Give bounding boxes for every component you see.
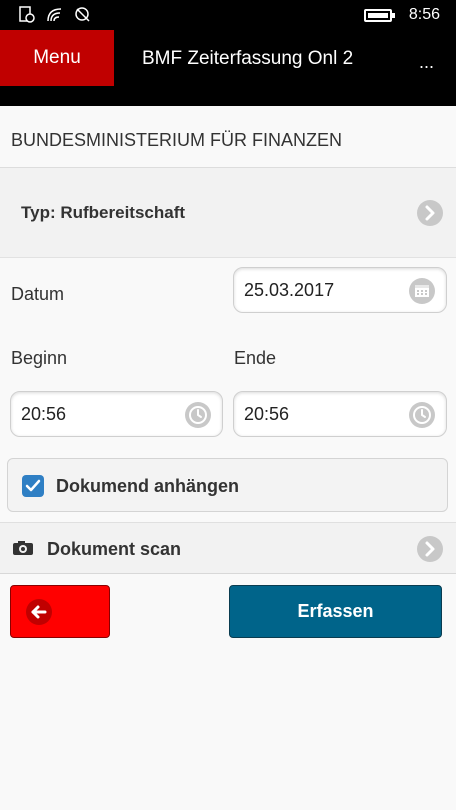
calendar-icon[interactable] — [408, 277, 436, 305]
submit-button[interactable]: Erfassen — [229, 585, 442, 638]
more-options-button[interactable]: ... — [419, 52, 434, 73]
document-scan-row[interactable]: Dokument scan — [0, 522, 456, 574]
battery-icon — [364, 9, 395, 22]
date-label: Datum — [11, 284, 65, 304]
start-label: Beginn — [11, 348, 68, 368]
back-button[interactable] — [10, 585, 110, 638]
app-title: BMF Zeiterfassung Onl 2 — [142, 48, 354, 69]
menu-button[interactable]: Menu — [0, 30, 114, 86]
end-label: Ende — [234, 348, 277, 368]
attach-label: Dokumend anhängen — [56, 476, 240, 496]
do-not-disturb-icon — [19, 6, 35, 23]
status-bar: 8:56 — [0, 0, 456, 30]
attach-checkbox[interactable] — [22, 475, 44, 497]
chevron-right-icon — [417, 200, 443, 226]
type-label: Typ: Rufbereitschaft — [21, 203, 186, 222]
ministry-header: BUNDESMINISTERIUM FÜR FINANZEN — [0, 106, 456, 168]
start-time-value: 20:56 — [21, 404, 67, 424]
end-time-input[interactable]: 20:56 — [233, 391, 447, 437]
chevron-right-icon — [417, 536, 443, 562]
document-scan-label: Dokument scan — [47, 539, 182, 559]
type-selector[interactable]: Typ: Rufbereitschaft — [0, 168, 456, 258]
status-time: 8:56 — [408, 6, 440, 23]
back-arrow-icon — [26, 599, 52, 625]
camera-icon — [13, 541, 33, 555]
status-icons — [18, 6, 92, 24]
clock-icon[interactable] — [184, 401, 212, 429]
attach-document-toggle[interactable]: Dokumend anhängen — [7, 458, 448, 512]
checkmark-icon — [25, 479, 41, 492]
alarm-icon — [75, 7, 90, 22]
date-value: 25.03.2017 — [244, 280, 335, 300]
date-input[interactable]: 25.03.2017 — [233, 267, 447, 313]
ministry-name: BUNDESMINISTERIUM FÜR FINANZEN — [11, 130, 343, 150]
wifi-icon — [47, 8, 62, 22]
end-time-value: 20:56 — [244, 404, 290, 424]
clock-icon[interactable] — [408, 401, 436, 429]
start-time-input[interactable]: 20:56 — [10, 391, 223, 437]
app-bar: Menu BMF Zeiterfassung Onl 2 ... — [0, 30, 456, 106]
